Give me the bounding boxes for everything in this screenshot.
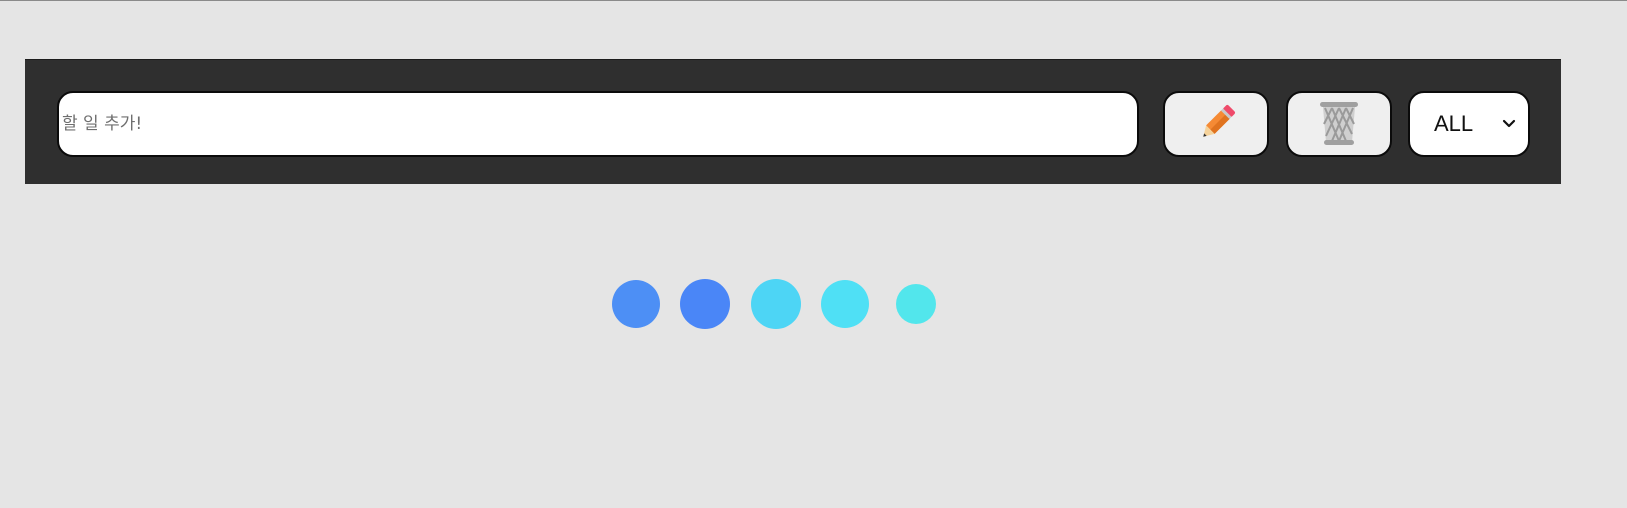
pencil-icon <box>1203 105 1235 137</box>
todo-input[interactable] <box>57 91 1139 157</box>
loading-dot-2 <box>680 279 730 329</box>
loading-dot-3 <box>751 279 801 329</box>
loading-dot-4 <box>821 280 869 328</box>
trash-can-icon <box>1320 102 1358 145</box>
filter-select[interactable]: ALL <box>1408 91 1530 157</box>
loading-dot-1 <box>612 280 660 328</box>
delete-todos-button[interactable] <box>1286 91 1392 157</box>
loading-dot-5 <box>896 284 936 324</box>
window-top-border <box>0 0 1627 1</box>
chevron-down-icon <box>1502 119 1516 128</box>
todo-toolbar: ALL <box>25 59 1561 184</box>
filter-selected-value: ALL <box>1434 111 1474 136</box>
add-todo-button[interactable] <box>1163 91 1269 157</box>
